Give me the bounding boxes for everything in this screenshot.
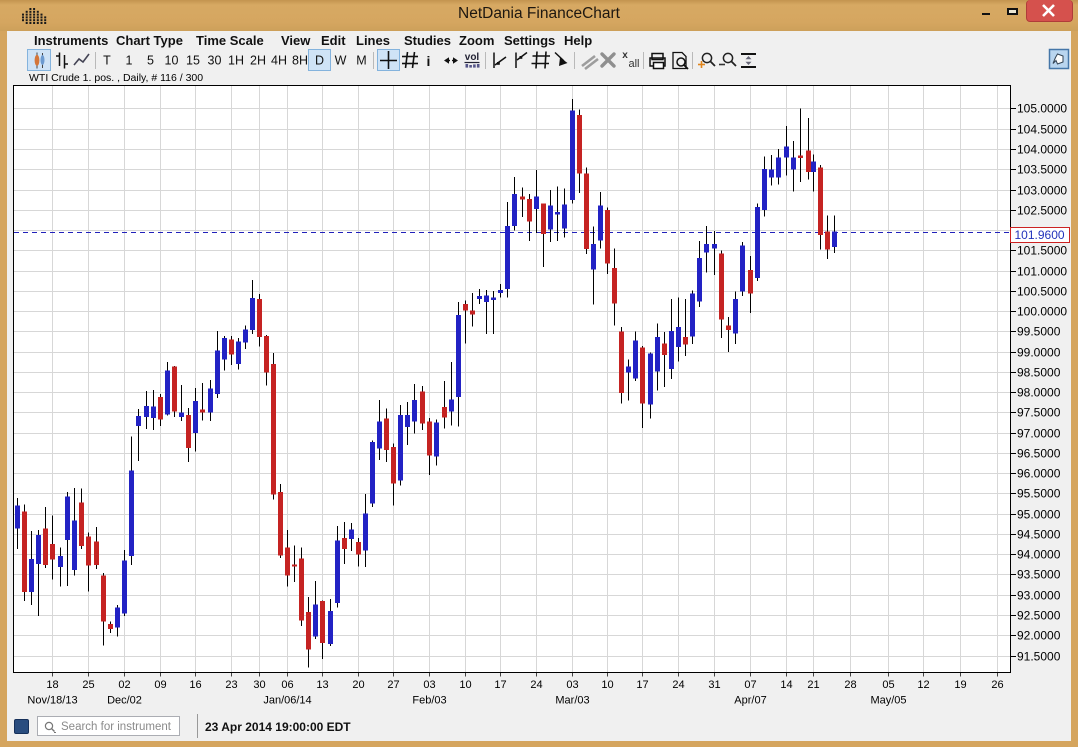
svg-text:25: 25 bbox=[82, 679, 94, 691]
svg-text:03: 03 bbox=[423, 679, 435, 691]
svg-text:95.0000: 95.0000 bbox=[1017, 508, 1061, 522]
svg-text:17: 17 bbox=[494, 679, 506, 691]
svg-text:17: 17 bbox=[636, 679, 648, 691]
svg-text:94.0000: 94.0000 bbox=[1017, 548, 1061, 562]
svg-text:26: 26 bbox=[991, 679, 1003, 691]
svg-text:92.5000: 92.5000 bbox=[1017, 609, 1061, 623]
svg-text:99.5000: 99.5000 bbox=[1017, 325, 1061, 339]
svg-text:Jan/06/14: Jan/06/14 bbox=[263, 695, 311, 707]
svg-text:100.5000: 100.5000 bbox=[1017, 285, 1067, 299]
svg-text:all: all bbox=[628, 58, 639, 70]
svg-text:05: 05 bbox=[882, 679, 894, 691]
svg-text:93.0000: 93.0000 bbox=[1017, 589, 1061, 603]
svg-text:27: 27 bbox=[387, 679, 399, 691]
svg-text:94.5000: 94.5000 bbox=[1017, 528, 1061, 542]
svg-text:20: 20 bbox=[352, 679, 364, 691]
svg-text:10: 10 bbox=[459, 679, 471, 691]
svg-text:Feb/03: Feb/03 bbox=[412, 695, 446, 707]
svg-text:101.9600: 101.9600 bbox=[1015, 228, 1065, 242]
svg-text:102.5000: 102.5000 bbox=[1017, 204, 1067, 218]
svg-text:10: 10 bbox=[165, 54, 179, 68]
svg-text:14: 14 bbox=[780, 679, 792, 691]
svg-text:x: x bbox=[622, 50, 628, 61]
svg-text:15: 15 bbox=[186, 54, 200, 68]
svg-text:98.0000: 98.0000 bbox=[1017, 386, 1061, 400]
svg-text:8H: 8H bbox=[292, 54, 308, 68]
svg-text:91.5000: 91.5000 bbox=[1017, 650, 1061, 664]
svg-text:Apr/07: Apr/07 bbox=[734, 695, 766, 707]
svg-text:93.5000: 93.5000 bbox=[1017, 568, 1061, 582]
svg-text:4H: 4H bbox=[271, 54, 287, 68]
svg-text:May/05: May/05 bbox=[870, 695, 906, 707]
svg-text:23: 23 bbox=[225, 679, 237, 691]
svg-text:19: 19 bbox=[954, 679, 966, 691]
svg-text:Mar/03: Mar/03 bbox=[555, 695, 589, 707]
svg-text:97.0000: 97.0000 bbox=[1017, 427, 1061, 441]
svg-text:13: 13 bbox=[316, 679, 328, 691]
svg-text:99.0000: 99.0000 bbox=[1017, 346, 1061, 360]
svg-text:vol: vol bbox=[465, 52, 480, 63]
svg-text:1H: 1H bbox=[228, 54, 244, 68]
svg-text:1: 1 bbox=[126, 54, 133, 68]
svg-text:2H: 2H bbox=[250, 54, 266, 68]
svg-text:103.5000: 103.5000 bbox=[1017, 163, 1067, 177]
svg-text:18: 18 bbox=[46, 679, 58, 691]
svg-text:30: 30 bbox=[208, 54, 222, 68]
svg-text:105.0000: 105.0000 bbox=[1017, 102, 1067, 116]
svg-text:104.5000: 104.5000 bbox=[1017, 123, 1067, 137]
svg-text:21: 21 bbox=[807, 679, 819, 691]
svg-text:95.5000: 95.5000 bbox=[1017, 487, 1061, 501]
svg-text:10: 10 bbox=[601, 679, 613, 691]
svg-text:103.0000: 103.0000 bbox=[1017, 184, 1067, 198]
svg-text:104.0000: 104.0000 bbox=[1017, 143, 1067, 157]
svg-text:i: i bbox=[427, 53, 431, 69]
svg-text:06: 06 bbox=[281, 679, 293, 691]
svg-text:28: 28 bbox=[844, 679, 856, 691]
svg-text:31: 31 bbox=[708, 679, 720, 691]
svg-text:24: 24 bbox=[672, 679, 684, 691]
svg-text:96.0000: 96.0000 bbox=[1017, 467, 1061, 481]
svg-text:100.0000: 100.0000 bbox=[1017, 305, 1067, 319]
svg-text:98.5000: 98.5000 bbox=[1017, 366, 1061, 380]
svg-text:02: 02 bbox=[118, 679, 130, 691]
svg-text:W: W bbox=[335, 54, 347, 68]
svg-text:96.5000: 96.5000 bbox=[1017, 447, 1061, 461]
svg-text:24: 24 bbox=[530, 679, 542, 691]
svg-text:101.0000: 101.0000 bbox=[1017, 265, 1067, 279]
svg-text:30: 30 bbox=[253, 679, 265, 691]
svg-text:Dec/02: Dec/02 bbox=[107, 695, 142, 707]
svg-text:T: T bbox=[103, 54, 111, 68]
svg-text:97.5000: 97.5000 bbox=[1017, 406, 1061, 420]
svg-text:101.5000: 101.5000 bbox=[1017, 244, 1067, 258]
svg-text:Nov/18/13: Nov/18/13 bbox=[27, 695, 77, 707]
svg-text:5: 5 bbox=[147, 54, 154, 68]
svg-text:92.0000: 92.0000 bbox=[1017, 629, 1061, 643]
svg-text:M: M bbox=[356, 54, 366, 68]
svg-text:03: 03 bbox=[566, 679, 578, 691]
svg-text:09: 09 bbox=[154, 679, 166, 691]
svg-text:16: 16 bbox=[189, 679, 201, 691]
svg-text:07: 07 bbox=[744, 679, 756, 691]
svg-text:12: 12 bbox=[917, 679, 929, 691]
svg-text:D: D bbox=[315, 54, 324, 68]
